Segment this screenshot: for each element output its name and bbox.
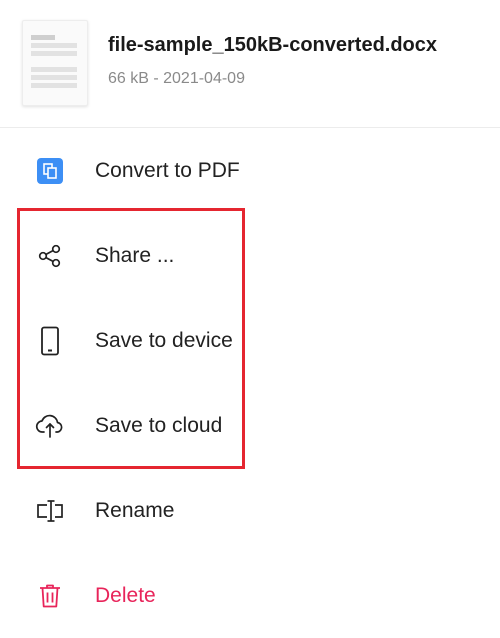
file-meta: 66 kB - 2021-04-09 [108,70,245,87]
convert-pdf-icon [34,155,66,187]
menu-item-share[interactable]: Share ... [0,213,500,298]
menu-item-label: Rename [95,498,175,522]
menu-item-label: Delete [95,583,156,607]
menu-item-rename[interactable]: Rename [0,468,500,553]
rename-icon [34,495,66,527]
file-name: file-sample_150kB-converted.docx [108,34,438,56]
menu-item-delete[interactable]: Delete [0,553,500,638]
menu-item-label: Save to device [95,328,233,352]
cloud-upload-icon [34,410,66,442]
document-thumbnail [22,20,88,106]
file-header: file-sample_150kB-converted.docx 66 kB -… [0,0,500,128]
phone-icon [34,325,66,357]
share-icon [34,240,66,272]
menu-item-save-to-device[interactable]: Save to device [0,298,500,383]
menu-item-label: Convert to PDF [95,158,240,182]
menu-item-convert-to-pdf[interactable]: Convert to PDF [0,128,500,213]
menu-item-label: Share ... [95,243,175,267]
menu-item-label: Save to cloud [95,413,223,437]
trash-icon [34,580,66,612]
menu-item-save-to-cloud[interactable]: Save to cloud [0,383,500,468]
